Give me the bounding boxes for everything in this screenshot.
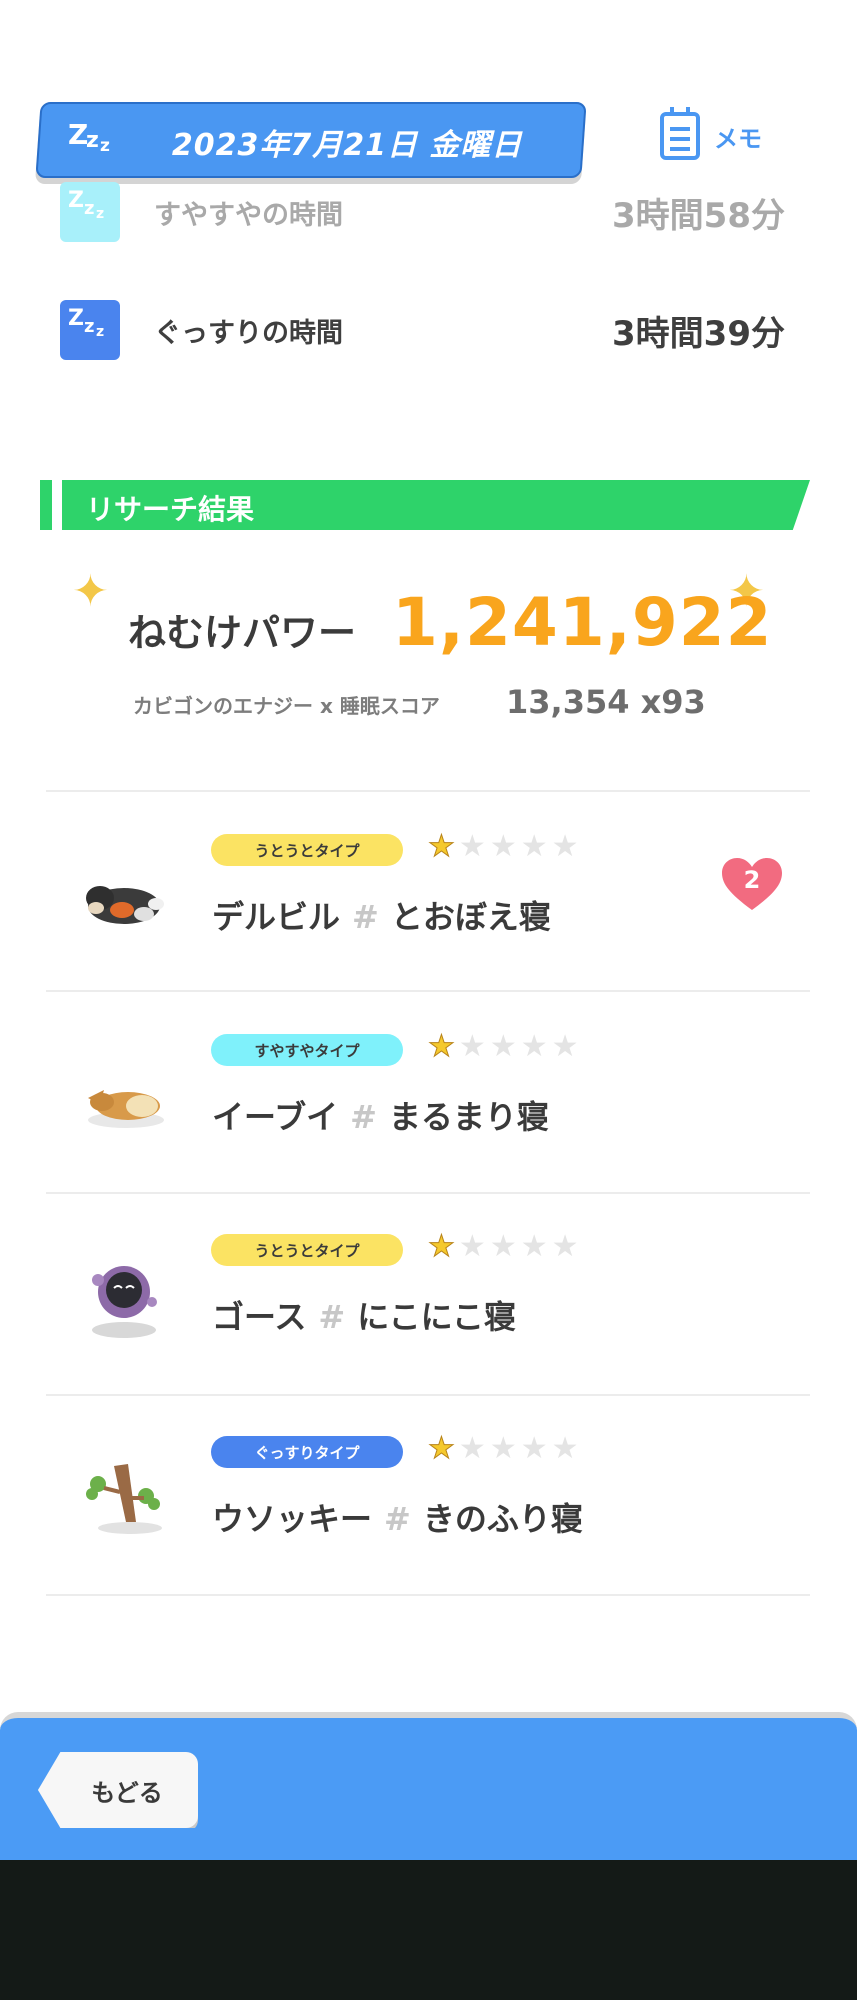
zzz-icon: Z z z [60, 300, 120, 360]
research-title: リサーチ結果 [86, 493, 255, 526]
sleep-value: 3時間39分 [612, 313, 785, 354]
gastly-sprite [92, 1266, 157, 1338]
zzz-icon: Z z z [60, 182, 120, 242]
memo-label: メモ [714, 124, 762, 153]
hash-separator: # [352, 898, 379, 936]
sparkle-icon: ✦ [72, 566, 109, 617]
back-button[interactable]: もどる [38, 1752, 198, 1828]
pokemon-name: イーブイ # まるまり寝 [212, 1092, 549, 1138]
date-banner: Z z z 2023年7月21日 金曜日 [35, 102, 587, 178]
star-icon: ★ [428, 1431, 456, 1466]
star-icon: ★ [489, 1029, 517, 1064]
pokemon-row[interactable]: うとうとタイプ ★ ★ ★ ★ ★ ゴース # にこにこ寝 [46, 1192, 810, 1390]
type-badge: うとうとタイプ [211, 1234, 403, 1266]
research-banner-accent [40, 480, 52, 530]
power-value: 1,241,922 [392, 584, 773, 661]
zzz-icon: Z z z [68, 118, 110, 156]
heart-count: 2 [743, 866, 761, 894]
pokemon-species: ゴース [212, 1298, 307, 1336]
star-rating: ★ ★ ★ ★ ★ [428, 829, 579, 864]
type-badge: うとうとタイプ [211, 834, 403, 866]
sleep-style: きのふり寝 [422, 1500, 583, 1538]
star-icon: ★ [520, 1431, 548, 1466]
star-icon: ★ [520, 829, 548, 864]
star-icon: ★ [520, 1029, 548, 1064]
star-icon: ★ [489, 829, 517, 864]
sleep-row-light: Z z z すやすやの時間 3時間58分 [60, 182, 785, 242]
star-icon: ★ [458, 1029, 486, 1064]
divider [46, 1594, 810, 1596]
type-badge: ぐっすりタイプ [211, 1436, 403, 1468]
star-icon: ★ [489, 1431, 517, 1466]
sleep-row-deep: Z z z ぐっすりの時間 3時間39分 [60, 300, 785, 360]
system-nav-bar [0, 1860, 857, 2000]
star-icon: ★ [428, 829, 456, 864]
date-text: 2023年7月21日 金曜日 [171, 128, 523, 163]
pokemon-name: ゴース # にこにこ寝 [212, 1292, 516, 1338]
houndour-sprite [86, 886, 164, 924]
memo-button[interactable]: メモ [660, 107, 762, 160]
star-icon: ★ [458, 829, 486, 864]
formula-value: 13,354 x93 [506, 683, 706, 721]
star-icon: ★ [551, 1431, 579, 1466]
star-icon: ★ [551, 829, 579, 864]
research-banner: リサーチ結果 [62, 480, 810, 530]
power-label: ねむけパワー [128, 611, 357, 655]
pokemon-species: デルビル [212, 898, 341, 936]
pokemon-row[interactable]: ぐっすりタイプ ★ ★ ★ ★ ★ ウソッキー # きのふり寝 [46, 1394, 810, 1592]
memo-icon [660, 107, 700, 160]
sudowoodo-sprite [86, 1464, 162, 1534]
star-icon: ★ [520, 1229, 548, 1264]
pokemon-species: イーブイ [212, 1098, 339, 1136]
type-badge: すやすやタイプ [211, 1034, 403, 1066]
sleep-style: とおぼえ寝 [390, 898, 551, 936]
sleep-value: 3時間58分 [612, 195, 785, 236]
star-rating: ★ ★ ★ ★ ★ [428, 1029, 579, 1064]
star-rating: ★ ★ ★ ★ ★ [428, 1229, 579, 1264]
star-icon: ★ [551, 1229, 579, 1264]
sleep-label: すやすやの時間 [154, 199, 343, 231]
star-icon: ★ [551, 1029, 579, 1064]
pokemon-name: ウソッキー # きのふり寝 [212, 1494, 583, 1540]
sleep-style: まるまり寝 [388, 1098, 549, 1136]
star-rating: ★ ★ ★ ★ ★ [428, 1431, 579, 1466]
eevee-sprite [88, 1090, 164, 1128]
hash-separator: # [350, 1098, 377, 1136]
star-icon: ★ [458, 1431, 486, 1466]
back-label: もどる [91, 1778, 163, 1807]
hash-separator: # [318, 1298, 346, 1336]
hash-separator: # [384, 1500, 411, 1538]
star-icon: ★ [428, 1229, 456, 1264]
star-icon: ★ [458, 1229, 486, 1264]
pokemon-row[interactable]: うとうとタイプ ★ ★ ★ ★ ★ デルビル # とおぼえ寝 2 [46, 792, 810, 990]
star-icon: ★ [428, 1029, 456, 1064]
pokemon-row[interactable]: すやすやタイプ ★ ★ ★ ★ ★ イーブイ # まるまり寝 [46, 992, 810, 1190]
star-icon: ★ [489, 1229, 517, 1264]
pokemon-name: デルビル # とおぼえ寝 [212, 892, 551, 938]
sleep-label: ぐっすりの時間 [154, 317, 343, 349]
pokemon-species: ウソッキー [212, 1500, 373, 1538]
formula-label: カビゴンのエナジー x 睡眠スコア [133, 694, 440, 718]
sleep-style: にこにこ寝 [357, 1298, 516, 1336]
heart-icon: 2 [720, 856, 784, 912]
